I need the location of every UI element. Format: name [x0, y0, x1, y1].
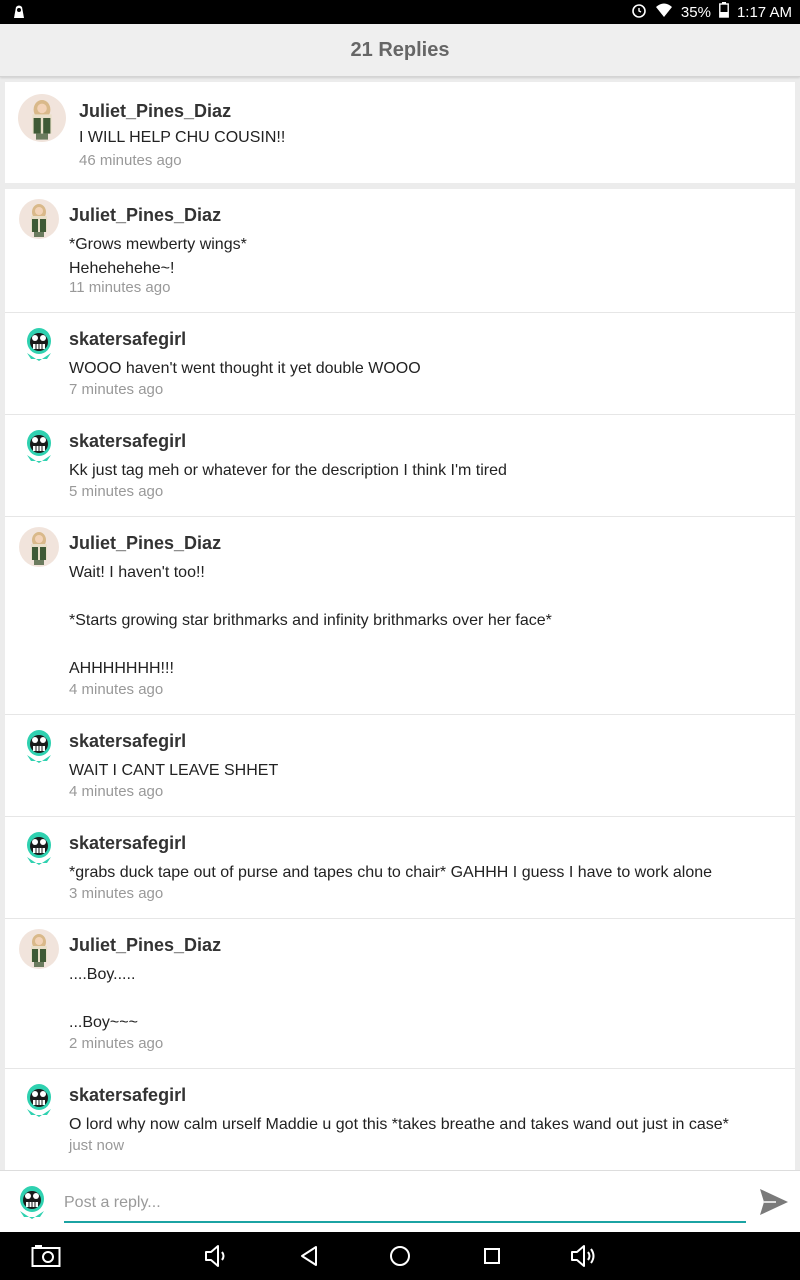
reply-text: Wait! I haven't too!! *Starts growing st…: [69, 564, 552, 677]
send-icon: [760, 1189, 788, 1215]
list-item: Juliet_Pines_Diaz ....Boy..... ...Boy~~~…: [5, 919, 795, 1069]
replies-header: 21 Replies: [0, 24, 800, 77]
reply-timestamp: 4 minutes ago: [69, 783, 164, 800]
list-item: skatersafegirl Kk just tag meh or whatev…: [5, 415, 795, 517]
avatar: [12, 1181, 52, 1221]
reply-text: ....Boy..... ...Boy~~~: [69, 966, 138, 1031]
reply-composer: [0, 1170, 800, 1232]
battery-icon: [719, 2, 729, 22]
camera-icon: [31, 1245, 61, 1267]
avatar[interactable]: [19, 827, 59, 867]
list-item: Juliet_Pines_Diaz Wait! I haven't too!! …: [5, 517, 795, 715]
home-button[interactable]: [385, 1243, 415, 1269]
send-button[interactable]: [758, 1187, 790, 1217]
avatar[interactable]: [19, 1079, 59, 1119]
reply-text: O lord why now calm urself Maddie u got …: [69, 1116, 729, 1133]
avatar[interactable]: [18, 94, 66, 142]
list-item: Juliet_Pines_Diaz *Grows mewberty wings*…: [5, 189, 795, 313]
reply-timestamp: 2 minutes ago: [69, 1035, 164, 1052]
page-title: 21 Replies: [350, 38, 450, 61]
list-item: skatersafegirl O lord why now calm ursel…: [5, 1069, 795, 1170]
avatar[interactable]: [19, 527, 59, 567]
reply-author[interactable]: Juliet_Pines_Diaz: [69, 533, 221, 554]
volume-down-button[interactable]: [202, 1243, 232, 1269]
reply-text: WAIT I CANT LEAVE SHHET: [69, 762, 279, 779]
notification-icon: [10, 3, 28, 21]
original-post: Juliet_Pines_Diaz I WILL HELP CHU COUSIN…: [5, 82, 795, 183]
reply-timestamp: just now: [69, 1137, 125, 1154]
avatar[interactable]: [19, 323, 59, 363]
reply-timestamp: 5 minutes ago: [69, 483, 164, 500]
reply-author[interactable]: skatersafegirl: [69, 431, 186, 452]
back-button[interactable]: [295, 1243, 325, 1269]
recents-button[interactable]: [477, 1243, 507, 1269]
volume-up-button[interactable]: [569, 1243, 599, 1269]
post-timestamp: 46 minutes ago: [79, 152, 182, 169]
post-author[interactable]: Juliet_Pines_Diaz: [79, 101, 231, 122]
reply-text: Kk just tag meh or whatever for the desc…: [69, 462, 507, 479]
reply-text: *Grows mewberty wings* Hehehehehe~!: [69, 236, 247, 277]
list-item: skatersafegirl *grabs duck tape out of p…: [5, 817, 795, 919]
reply-timestamp: 11 minutes ago: [69, 279, 171, 296]
battery-percent: 35%: [680, 3, 711, 21]
list-item: skatersafegirl WOOO haven't went thought…: [5, 313, 795, 415]
home-icon: [390, 1246, 410, 1266]
reply-author[interactable]: skatersafegirl: [69, 833, 186, 854]
reply-author[interactable]: skatersafegirl: [69, 1085, 186, 1106]
recents-icon: [484, 1248, 500, 1264]
reply-text: WOOO haven't went thought it yet double …: [69, 360, 421, 377]
alarm-icon: [631, 2, 647, 22]
reply-author[interactable]: Juliet_Pines_Diaz: [69, 935, 221, 956]
avatar[interactable]: [19, 929, 59, 969]
status-bar: 35% 1:17 AM: [0, 0, 800, 24]
system-nav-bar: [0, 1232, 800, 1280]
avatar[interactable]: [19, 425, 59, 465]
camera-button[interactable]: [31, 1243, 61, 1269]
reply-timestamp: 7 minutes ago: [69, 381, 164, 398]
reply-timestamp: 4 minutes ago: [69, 681, 164, 698]
wifi-icon: [655, 2, 673, 22]
reply-text: *grabs duck tape out of purse and tapes …: [69, 864, 713, 881]
reply-list[interactable]: Juliet_Pines_Diaz *Grows mewberty wings*…: [5, 189, 795, 1170]
reply-input[interactable]: [64, 1185, 746, 1223]
avatar[interactable]: [19, 725, 59, 765]
volume-up-icon: [571, 1245, 595, 1267]
reply-author[interactable]: skatersafegirl: [69, 731, 186, 752]
avatar[interactable]: [19, 199, 59, 239]
reply-author[interactable]: skatersafegirl: [69, 329, 186, 350]
volume-down-icon: [205, 1245, 225, 1267]
list-item: skatersafegirl WAIT I CANT LEAVE SHHET 4…: [5, 715, 795, 817]
reply-timestamp: 3 minutes ago: [69, 885, 164, 902]
post-text: I WILL HELP CHU COUSIN!!: [79, 129, 286, 146]
back-icon: [301, 1246, 317, 1266]
status-time: 1:17 AM: [736, 3, 792, 21]
reply-author[interactable]: Juliet_Pines_Diaz: [69, 205, 221, 226]
